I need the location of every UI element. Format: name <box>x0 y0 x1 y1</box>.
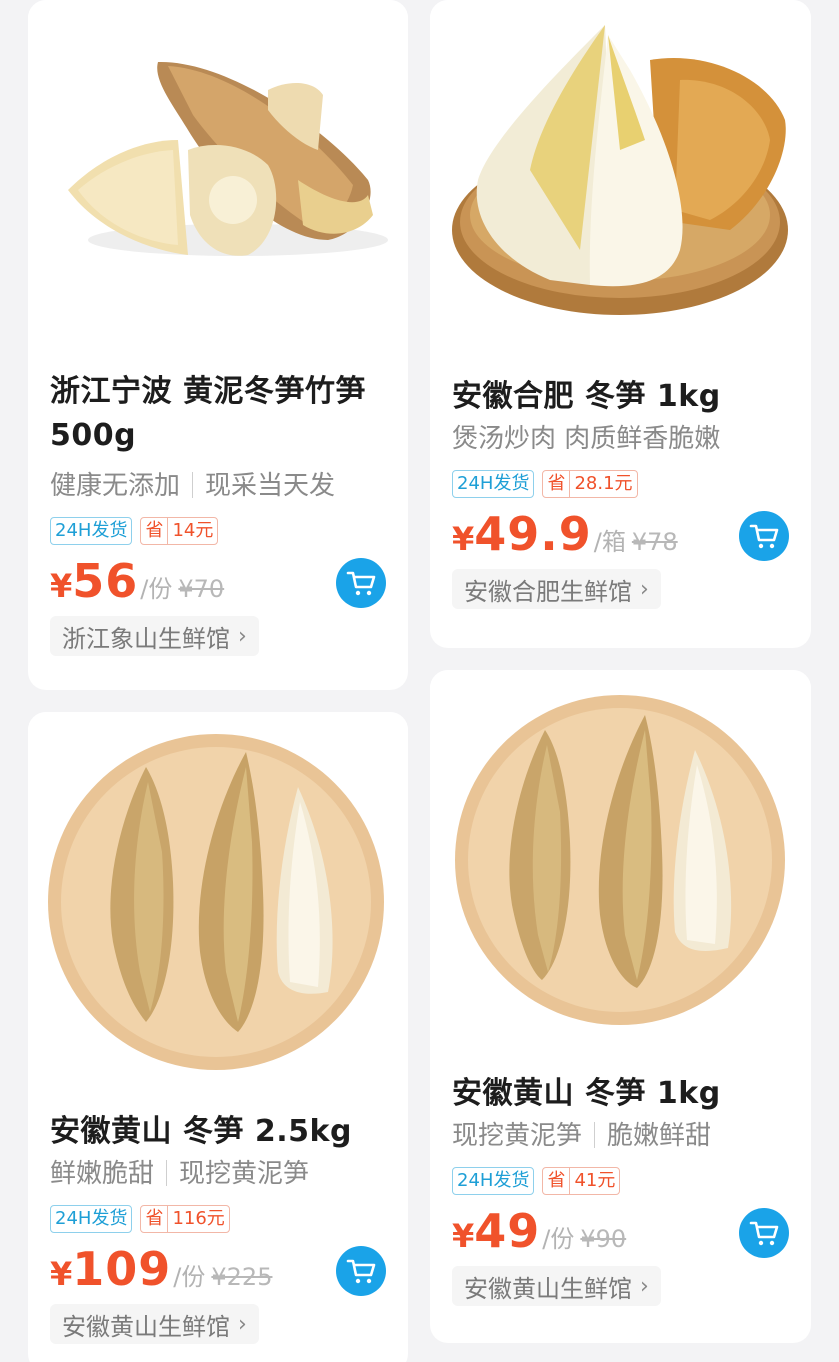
product-title[interactable]: 安徽黄山 冬笋 2.5kg <box>50 1110 386 1154</box>
shipping-badge: 24H发货 <box>452 470 535 498</box>
product-subtitle: 鲜嫩脆甜 现挖黄泥笋 <box>50 1156 386 1192</box>
price-unit: /份 <box>542 1225 575 1253</box>
subtitle-text: 煲汤炒肉 肉质鲜香脆嫩 <box>452 424 721 454</box>
price-row: ¥49.9/箱 ¥78 <box>452 505 789 567</box>
cart-icon <box>346 571 376 596</box>
product-card[interactable]: 安徽合肥 冬笋 1kg 煲汤炒肉 肉质鲜香脆嫩 24H发货 省 28.1元 ¥49… <box>430 0 811 648</box>
shop-link[interactable]: 安徽合肥生鲜馆 › <box>452 569 661 609</box>
original-price: ¥78 <box>631 528 678 556</box>
savings-badge: 省 14元 <box>140 517 219 545</box>
subtitle-divider <box>192 472 194 498</box>
shop-link[interactable]: 安徽黄山生鲜馆 › <box>452 1266 661 1306</box>
price-value: 109 <box>72 1242 172 1296</box>
price-value: 49.9 <box>474 507 592 561</box>
savings-amount: 28.1元 <box>574 473 633 494</box>
subtitle-text: 现挖黄泥笋 <box>179 1159 310 1189</box>
product-image[interactable] <box>430 670 811 1040</box>
savings-label: 省 <box>543 471 571 497</box>
tag-row: 24H发货 省 116元 <box>50 1204 386 1234</box>
tag-row: 24H发货 省 41元 <box>452 1166 789 1196</box>
savings-amount: 14元 <box>172 520 214 541</box>
price-value: 49 <box>474 1204 541 1258</box>
subtitle-text: 健康无添加 <box>50 471 181 501</box>
subtitle-text: 现挖黄泥笋 <box>452 1121 583 1151</box>
subtitle-divider <box>594 1122 596 1148</box>
product-card[interactable]: 安徽黄山 冬笋 2.5kg 鲜嫩脆甜 现挖黄泥笋 24H发货 省 116元 ¥109… <box>28 712 408 1362</box>
product-subtitle: 现挖黄泥笋 脆嫩鲜甜 <box>452 1118 789 1154</box>
price-row: ¥56/份 ¥70 <box>50 552 386 614</box>
shop-name: 安徽合肥生鲜馆 <box>464 577 632 606</box>
savings-label: 省 <box>543 1168 571 1194</box>
currency-symbol: ¥ <box>452 520 475 558</box>
chevron-right-icon: › <box>238 623 247 649</box>
currency-symbol: ¥ <box>50 1255 73 1293</box>
product-subtitle: 煲汤炒肉 肉质鲜香脆嫩 <box>452 421 789 457</box>
cart-icon <box>346 1259 376 1284</box>
subtitle-text: 现采当天发 <box>205 471 336 501</box>
currency-symbol: ¥ <box>50 567 73 605</box>
price: ¥56/份 ¥70 <box>50 554 224 608</box>
shipping-badge: 24H发货 <box>50 517 133 545</box>
price-value: 56 <box>72 554 139 608</box>
cart-icon <box>749 1221 779 1246</box>
add-to-cart-button[interactable] <box>739 511 789 561</box>
price-row: ¥49/份 ¥90 <box>452 1202 789 1264</box>
shop-link[interactable]: 安徽黄山生鲜馆 › <box>50 1304 259 1344</box>
currency-symbol: ¥ <box>452 1217 475 1255</box>
savings-label: 省 <box>141 1206 169 1232</box>
tag-row: 24H发货 省 14元 <box>50 516 386 546</box>
product-title[interactable]: 安徽合肥 冬笋 1kg <box>452 375 789 419</box>
price-unit: /箱 <box>593 528 626 556</box>
product-title[interactable]: 浙江宁波 黄泥冬笋竹笋500g <box>50 370 386 458</box>
cart-icon <box>749 524 779 549</box>
add-to-cart-button[interactable] <box>336 1246 386 1296</box>
shop-name: 安徽黄山生鲜馆 <box>464 1274 632 1303</box>
chevron-right-icon: › <box>238 1311 247 1337</box>
shipping-badge: 24H发货 <box>452 1167 535 1195</box>
subtitle-text: 鲜嫩脆甜 <box>50 1159 155 1189</box>
shop-link[interactable]: 浙江象山生鲜馆 › <box>50 616 259 656</box>
price: ¥49/份 ¥90 <box>452 1204 626 1258</box>
price: ¥109/份 ¥225 <box>50 1242 272 1296</box>
price: ¥49.9/箱 ¥78 <box>452 507 678 561</box>
savings-label: 省 <box>141 518 169 544</box>
subtitle-text: 脆嫩鲜甜 <box>607 1121 712 1151</box>
add-to-cart-button[interactable] <box>739 1208 789 1258</box>
product-image[interactable] <box>430 0 811 350</box>
product-image[interactable] <box>28 712 408 1092</box>
add-to-cart-button[interactable] <box>336 558 386 608</box>
savings-badge: 省 28.1元 <box>542 470 638 498</box>
product-title[interactable]: 安徽黄山 冬笋 1kg <box>452 1072 789 1116</box>
price-row: ¥109/份 ¥225 <box>50 1240 386 1302</box>
savings-amount: 116元 <box>172 1208 225 1229</box>
product-card[interactable]: 浙江宁波 黄泥冬笋竹笋500g 健康无添加 现采当天发 24H发货 省 14元 ¥5… <box>28 0 408 690</box>
savings-badge: 省 116元 <box>140 1205 230 1233</box>
price-unit: /份 <box>140 575 173 603</box>
subtitle-divider <box>166 1160 168 1186</box>
original-price: ¥70 <box>178 575 225 603</box>
original-price: ¥90 <box>580 1225 627 1253</box>
shop-name: 浙江象山生鲜馆 <box>62 624 230 653</box>
chevron-right-icon: › <box>640 1273 649 1299</box>
price-unit: /份 <box>173 1263 206 1291</box>
tag-row: 24H发货 省 28.1元 <box>452 469 789 499</box>
savings-badge: 省 41元 <box>542 1167 621 1195</box>
product-subtitle: 健康无添加 现采当天发 <box>50 468 386 504</box>
product-image[interactable] <box>28 0 408 350</box>
shop-name: 安徽黄山生鲜馆 <box>62 1312 230 1341</box>
savings-amount: 41元 <box>574 1170 616 1191</box>
original-price: ¥225 <box>211 1263 273 1291</box>
product-card[interactable]: 安徽黄山 冬笋 1kg 现挖黄泥笋 脆嫩鲜甜 24H发货 省 41元 ¥49/份 ¥9… <box>430 670 811 1343</box>
shipping-badge: 24H发货 <box>50 1205 133 1233</box>
chevron-right-icon: › <box>640 576 649 602</box>
